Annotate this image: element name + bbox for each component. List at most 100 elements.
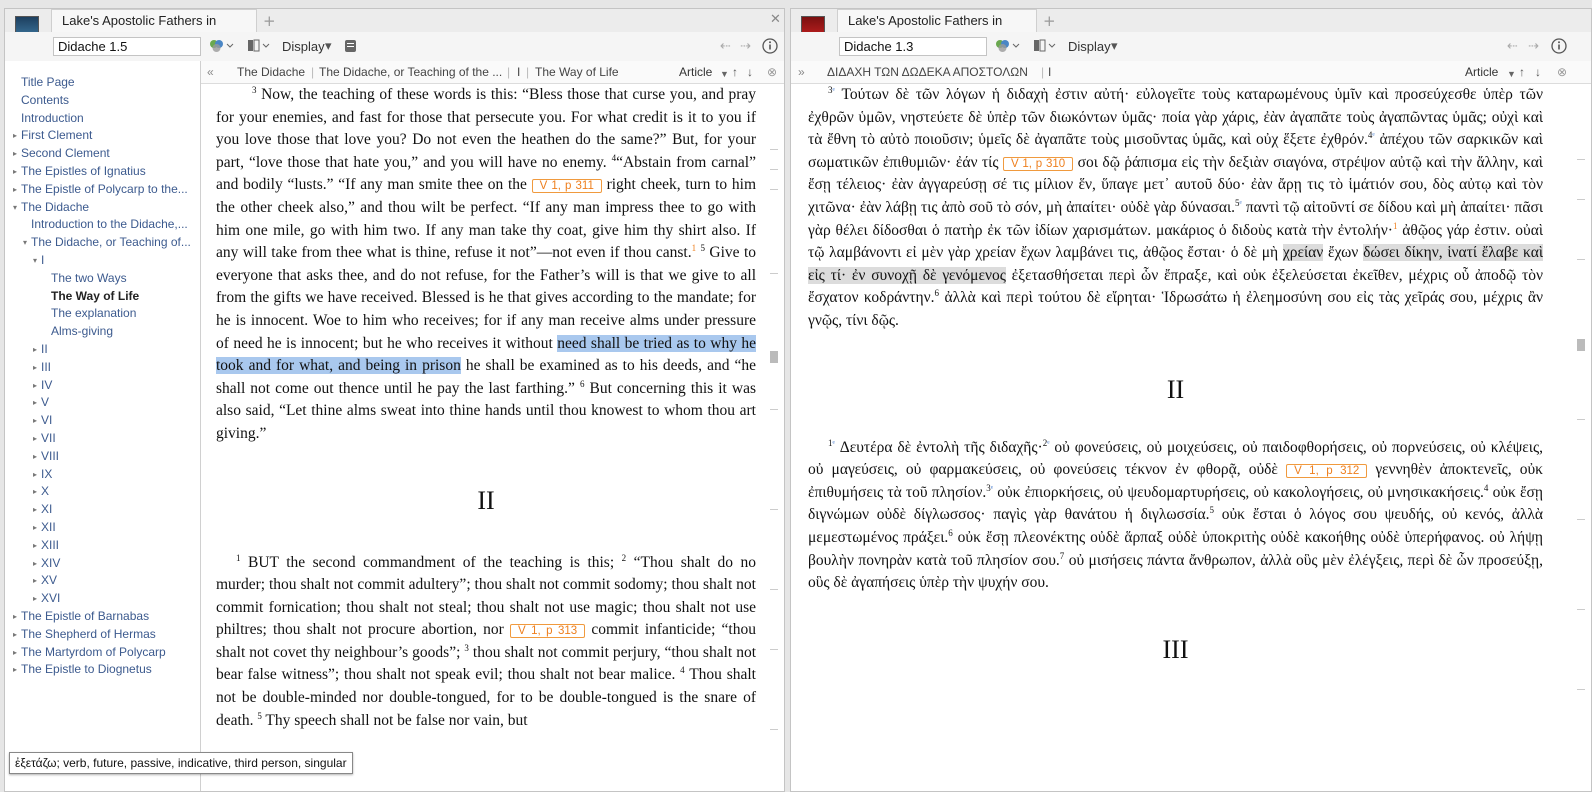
toc-item[interactable]: Introduction to the Didache,...	[5, 216, 200, 234]
collapsed-arrow-icon[interactable]: ▸	[13, 163, 17, 181]
toc-item[interactable]: ▸ V	[5, 394, 200, 412]
breadcrumb-2[interactable]: The Didache, or Teaching of the ...	[319, 64, 503, 80]
toc-item[interactable]: ▸ IV	[5, 377, 200, 395]
collapsed-arrow-icon[interactable]: ▸	[33, 555, 37, 573]
footnote-marker[interactable]: 1	[692, 243, 697, 253]
reference-input[interactable]	[839, 37, 987, 56]
close-icon[interactable]: ⊗	[1557, 64, 1567, 80]
parallel-resources-icon[interactable]	[994, 38, 1020, 56]
reference-input[interactable]	[53, 37, 201, 56]
toc-item[interactable]: ▾ I	[5, 252, 200, 270]
toc-item[interactable]: ▸ III	[5, 359, 200, 377]
collapsed-arrow-icon[interactable]: ▸	[13, 608, 17, 626]
close-icon[interactable]: ⊗	[767, 64, 777, 80]
panel-icon[interactable]	[247, 38, 273, 56]
arrow-up-icon[interactable]: ↑	[732, 64, 738, 80]
collapsed-arrow-icon[interactable]: ▸	[33, 448, 37, 466]
collapsed-arrow-icon[interactable]: ▸	[33, 572, 37, 590]
toc-item[interactable]: ▸ II	[5, 341, 200, 359]
double-chevron-icon[interactable]: «	[207, 64, 214, 80]
collapsed-arrow-icon[interactable]: ▸	[33, 341, 37, 359]
collapsed-arrow-icon[interactable]: ▸	[13, 661, 17, 679]
arrow-down-icon[interactable]: ↓	[1535, 64, 1541, 80]
collapsed-arrow-icon[interactable]: ▸	[33, 501, 37, 519]
toc-item[interactable]: ▸ XII	[5, 519, 200, 537]
collapsed-arrow-icon[interactable]: ▸	[13, 145, 17, 163]
expanded-arrow-icon[interactable]: ▾	[33, 252, 37, 270]
toc-item[interactable]: ▸ XV	[5, 572, 200, 590]
close-icon[interactable]: ✕	[770, 12, 781, 27]
toc-item[interactable]: ▸ VII	[5, 430, 200, 448]
toc-item[interactable]: Contents	[5, 92, 200, 110]
toc-item[interactable]: ▸ The Epistles of Ignatius	[5, 163, 200, 181]
toc-item[interactable]: ▸ The Epistle to Diognetus	[5, 661, 200, 679]
toc-item[interactable]: ▸ XIII	[5, 537, 200, 555]
collapsed-arrow-icon[interactable]: ▸	[33, 537, 37, 555]
collapsed-arrow-icon[interactable]: ▸	[33, 412, 37, 430]
panel-icon[interactable]	[1033, 38, 1059, 56]
collapsed-arrow-icon[interactable]: ▸	[13, 181, 17, 199]
breadcrumb-4[interactable]: The Way of Life	[535, 64, 619, 80]
double-chevron-icon[interactable]: »	[798, 64, 805, 80]
expanded-arrow-icon[interactable]: ▾	[13, 199, 17, 217]
toc-item[interactable]: ▸ The Shepherd of Hermas	[5, 626, 200, 644]
toc-item[interactable]: ▸ The Epistle of Barnabas	[5, 608, 200, 626]
toc-item[interactable]: ▾ The Didache, or Teaching of...	[5, 234, 200, 252]
toc-item[interactable]: ▸ The Epistle of Polycarp to the...	[5, 181, 200, 199]
toc-item[interactable]: The Way of Life	[5, 288, 200, 306]
toc-item[interactable]: ▸ XVI	[5, 590, 200, 608]
plus-icon[interactable]: +	[263, 12, 276, 30]
toc-item[interactable]: The explanation	[5, 305, 200, 323]
arrow-left-icon[interactable]: ⇠	[1507, 38, 1518, 56]
toc-item[interactable]: Alms-giving	[5, 323, 200, 341]
display-menu[interactable]: Display	[282, 38, 325, 56]
toc-item[interactable]: ▸ VIII	[5, 448, 200, 466]
toc-item[interactable]: The two Ways	[5, 270, 200, 288]
chevron-down-icon[interactable]: ▼	[720, 66, 729, 82]
collapsed-arrow-icon[interactable]: ▸	[33, 466, 37, 484]
page-marker[interactable]: V 1, p 313	[509, 624, 586, 639]
toc-item[interactable]: ▸ First Clement	[5, 127, 200, 145]
parallel-resources-icon[interactable]	[208, 38, 234, 56]
breadcrumb-3[interactable]: I	[517, 64, 520, 80]
info-icon[interactable]	[1551, 38, 1567, 56]
page-marker[interactable]: V 1, p 311	[531, 179, 602, 194]
article-menu[interactable]: Article	[1465, 64, 1498, 80]
page-marker[interactable]: V 1, p 310	[1002, 156, 1074, 171]
toc-item[interactable]: ▸ The Martyrdom of Polycarp	[5, 644, 200, 662]
article-menu[interactable]: Article	[679, 64, 712, 80]
collapsed-arrow-icon[interactable]: ▸	[13, 626, 17, 644]
plus-icon[interactable]: +	[1043, 12, 1056, 30]
collapsed-arrow-icon[interactable]: ▸	[33, 394, 37, 412]
arrow-up-icon[interactable]: ↑	[1519, 64, 1525, 80]
expanded-arrow-icon[interactable]: ▾	[23, 234, 27, 252]
toc-item[interactable]: ▾ The Didache	[5, 199, 200, 217]
arrow-down-icon[interactable]: ↓	[747, 64, 753, 80]
toc-item[interactable]: ▸ X	[5, 483, 200, 501]
chevron-down-icon[interactable]: ▼	[1507, 66, 1516, 82]
tab-greek[interactable]: Lake's Apostolic Fathers in Greek	[837, 9, 1037, 50]
arrow-left-icon[interactable]: ⇠	[720, 38, 731, 56]
toc-item[interactable]: ▸ XIV	[5, 555, 200, 573]
toc-item[interactable]: ▸ Second Clement	[5, 145, 200, 163]
collapsed-arrow-icon[interactable]: ▸	[33, 519, 37, 537]
collapsed-arrow-icon[interactable]: ▸	[33, 590, 37, 608]
notes-icon[interactable]	[344, 38, 358, 56]
toc-item[interactable]: Introduction	[5, 110, 200, 128]
scrollbar[interactable]	[1577, 89, 1585, 771]
aligned-highlight[interactable]: χρείαν	[1282, 244, 1324, 262]
collapsed-arrow-icon[interactable]: ▸	[13, 644, 17, 662]
breadcrumb-2[interactable]: I	[1048, 64, 1051, 80]
tab-english[interactable]: Lake's Apostolic Fathers in English	[51, 9, 257, 50]
info-icon[interactable]	[762, 38, 778, 56]
collapsed-arrow-icon[interactable]: ▸	[33, 430, 37, 448]
breadcrumb-1[interactable]: ΔΙΔΑΧΗ ΤΩΝ ΔΩΔΕΚΑ ΑΠΟΣΤΟΛΩΝ	[827, 64, 1028, 80]
display-menu[interactable]: Display	[1068, 38, 1111, 56]
breadcrumb-1[interactable]: The Didache	[237, 64, 305, 80]
collapsed-arrow-icon[interactable]: ▸	[33, 483, 37, 501]
arrow-right-icon[interactable]: ⇢	[740, 38, 751, 56]
collapsed-arrow-icon[interactable]: ▸	[33, 359, 37, 377]
toc-item[interactable]: Title Page	[5, 74, 200, 92]
toc-item[interactable]: ▸ IX	[5, 466, 200, 484]
collapsed-arrow-icon[interactable]: ▸	[33, 377, 37, 395]
